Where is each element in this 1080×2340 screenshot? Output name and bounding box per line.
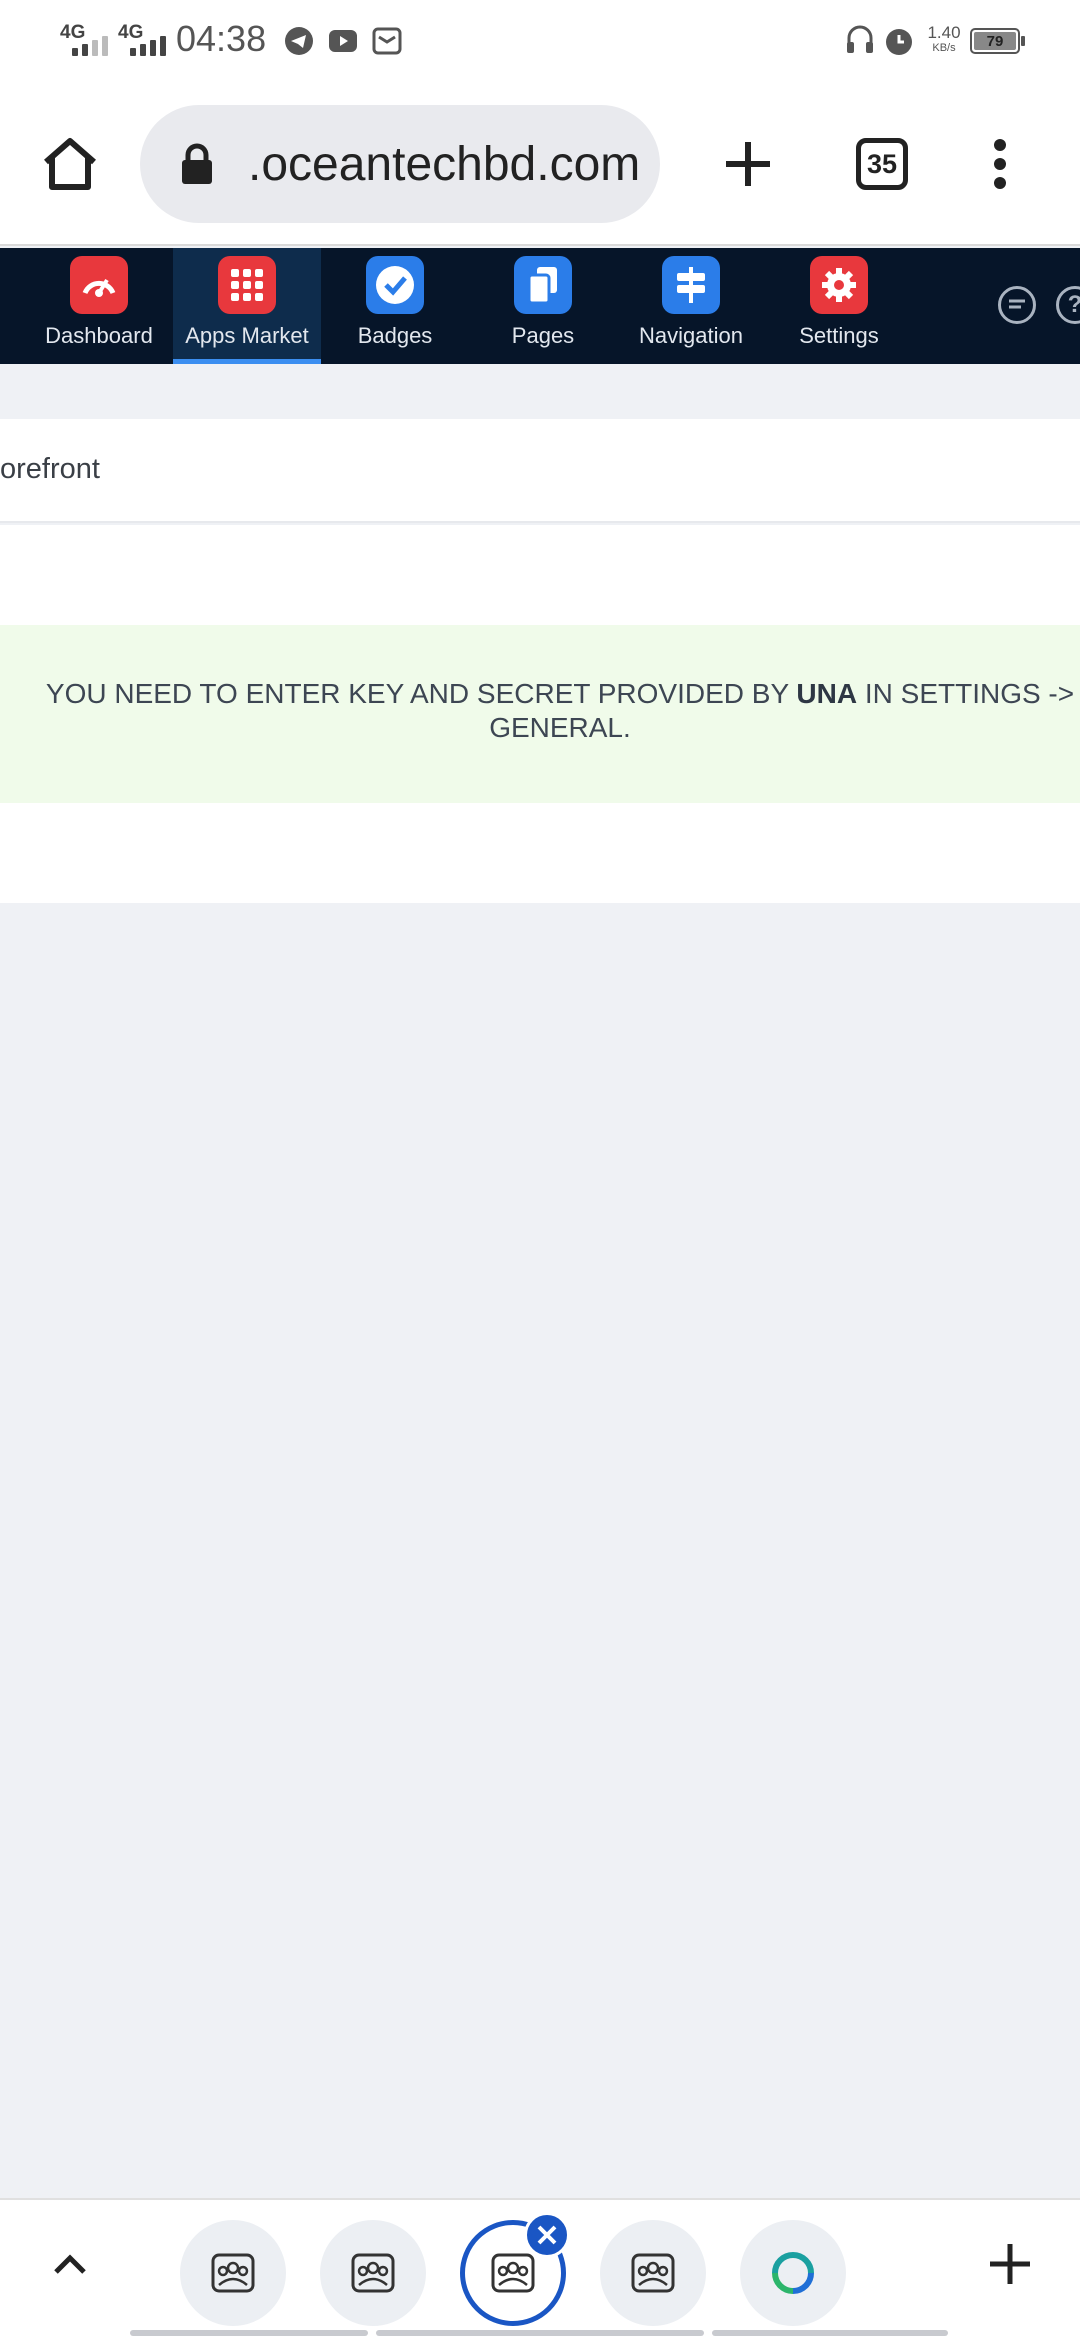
nav-item-settings[interactable]: Settings	[765, 248, 913, 364]
new-tab-button[interactable]	[712, 128, 784, 200]
badge-check-icon	[366, 256, 424, 314]
refresh-logo-icon	[772, 2252, 814, 2294]
gauge-icon	[70, 256, 128, 314]
pages-icon	[514, 256, 572, 314]
nav-item-navigation[interactable]: Navigation	[617, 248, 765, 364]
status-bar: 4G 4G 04:38 1.40 KB/s 79	[0, 0, 1080, 82]
home-icon	[44, 138, 96, 190]
signal-1-icon	[72, 36, 108, 56]
content-gap	[0, 364, 1080, 419]
notice-highlight: UNA	[796, 678, 858, 709]
help-icon[interactable]: ?	[1056, 286, 1080, 324]
nav-label-navigation: Navigation	[639, 323, 743, 348]
nav-label-badges: Badges	[357, 323, 433, 348]
nav-label-dashboard: Dashboard	[45, 323, 153, 348]
notice-box: YOU NEED TO ENTER KEY AND SECRET PROVIDE…	[0, 625, 1080, 803]
url-text[interactable]: .oceantechbd.com	[248, 137, 640, 192]
lock-icon[interactable]	[180, 143, 214, 185]
clock: 04:38	[176, 18, 267, 59]
group-icon	[491, 2253, 535, 2293]
close-tab-button[interactable]	[524, 2212, 570, 2258]
alarm-icon	[886, 29, 912, 55]
expand-tabs-button[interactable]	[40, 2234, 100, 2294]
nav-item-pages[interactable]: Pages	[469, 248, 617, 364]
browser-toolbar: .oceantechbd.com 35	[0, 82, 1080, 246]
group-icon	[211, 2253, 255, 2293]
tab-thumbnail-2[interactable]	[320, 2220, 426, 2326]
telegram-icon	[285, 27, 313, 55]
signal-2-icon	[130, 36, 166, 56]
nav-item-apps-market[interactable]: Apps Market	[173, 248, 321, 364]
tab-thumbnail-1[interactable]	[180, 2220, 286, 2326]
battery-icon: 79	[970, 28, 1020, 54]
battery-level: 79	[974, 32, 1016, 50]
mail-icon	[372, 27, 402, 55]
plus-icon	[990, 2244, 1030, 2284]
group-icon	[631, 2253, 675, 2293]
menu-dots-icon	[994, 139, 1006, 189]
battery-tip	[1021, 36, 1025, 46]
youtube-icon	[329, 30, 357, 52]
nav-item-badges[interactable]: Badges	[321, 248, 469, 364]
nav-item-dashboard[interactable]: Dashboard	[25, 248, 173, 364]
group-icon	[351, 2253, 395, 2293]
add-tab-button[interactable]	[980, 2234, 1040, 2294]
close-icon	[537, 2225, 557, 2245]
admin-nav-bar: Dashboard Apps Market Badges Pages Navig…	[0, 248, 1080, 364]
chat-icon[interactable]	[998, 286, 1036, 324]
storefront-title: orefront	[0, 453, 100, 485]
tab-scroll-indicator-3	[712, 2330, 948, 2336]
signpost-icon	[662, 256, 720, 314]
gear-icon	[810, 256, 868, 314]
tab-scroll-indicator-1	[130, 2330, 368, 2336]
content-spacer	[0, 525, 1080, 625]
content-footer-space	[0, 803, 1080, 903]
new-tab-plus-icon	[726, 142, 770, 186]
chevron-up-icon	[54, 2254, 86, 2274]
browser-menu-button[interactable]	[970, 128, 1030, 200]
grid-icon	[218, 256, 276, 314]
tab-switcher-button[interactable]: 35	[856, 138, 908, 190]
nav-label-settings: Settings	[799, 323, 879, 348]
home-button[interactable]	[30, 128, 110, 200]
notice-message: YOU NEED TO ENTER KEY AND SECRET PROVIDE…	[45, 678, 1075, 743]
network-speed: 1.40 KB/s	[927, 23, 961, 55]
tab-thumbnail-5[interactable]	[740, 2220, 846, 2326]
storefront-header: orefront	[0, 419, 1080, 523]
tab-thumbnail-4[interactable]	[600, 2220, 706, 2326]
address-bar[interactable]: .oceantechbd.com	[140, 105, 660, 223]
nav-label-pages: Pages	[511, 323, 575, 348]
nav-label-apps-market: Apps Market	[185, 323, 309, 348]
tab-scroll-indicator-2	[376, 2330, 704, 2336]
headphones-icon	[847, 25, 873, 53]
